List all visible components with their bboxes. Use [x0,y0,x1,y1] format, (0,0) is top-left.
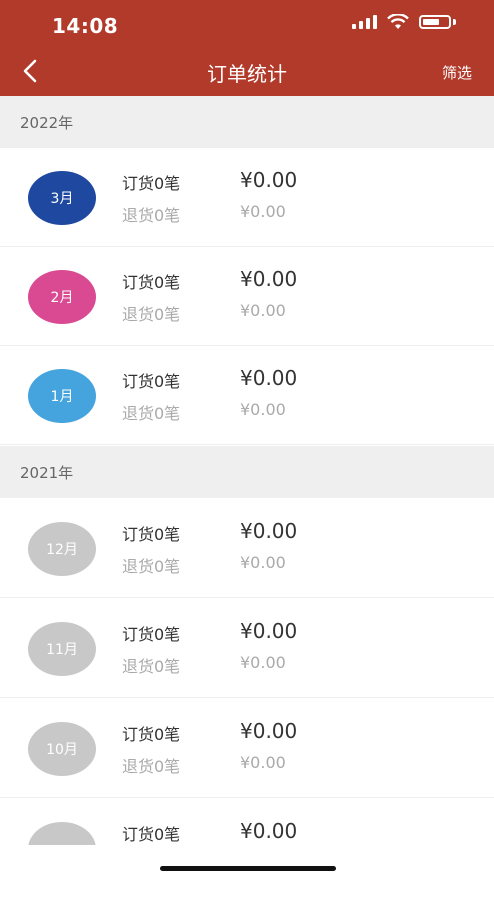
return-count: 退货0笔 [122,206,181,225]
return-amount: ¥0.00 [240,653,286,672]
order-amount: ¥0.00 [240,719,298,743]
month-row-11[interactable]: 11月 订货0笔 ¥0.00 退货0笔 ¥0.00 [0,599,494,698]
page-title: 订单统计 [207,62,287,86]
order-count: 订货0笔 [122,725,181,744]
return-amount: ¥0.00 [240,753,286,772]
return-amount: ¥0.00 [240,553,286,572]
month-row-12[interactable]: 12月 订货0笔 ¥0.00 退货0笔 ¥0.00 [0,499,494,598]
wifi-icon [387,14,409,29]
year-header-2021: 2021年 [0,446,494,498]
year-label: 2022年 [20,114,74,132]
order-count: 订货0笔 [122,174,181,193]
status-time: 14:08 [52,14,119,38]
return-amount: ¥0.00 [240,400,286,419]
month-badge: 12月 [28,522,96,576]
month-row-2[interactable]: 2月 订货0笔 ¥0.00 退货0笔 ¥0.00 [0,247,494,346]
month-badge: 11月 [28,622,96,676]
month-row-1[interactable]: 1月 订货0笔 ¥0.00 退货0笔 ¥0.00 [0,346,494,445]
order-amount: ¥0.00 [240,366,298,390]
month-row-10[interactable]: 10月 订货0笔 ¥0.00 退货0笔 ¥0.00 [0,699,494,798]
battery-icon [419,15,451,29]
month-badge: 10月 [28,722,96,776]
order-count: 订货0笔 [122,273,181,292]
month-row-3[interactable]: 3月 订货0笔 ¥0.00 退货0笔 ¥0.00 [0,148,494,247]
return-amount: ¥0.00 [240,301,286,320]
order-amount: ¥0.00 [240,519,298,543]
return-count: 退货0笔 [122,305,181,324]
filter-button[interactable]: 筛选 [442,62,472,83]
order-amount: ¥0.00 [240,168,298,192]
signal-icon [352,15,377,29]
order-amount: ¥0.00 [240,619,298,643]
order-count: 订货0笔 [122,372,181,391]
month-badge: 1月 [28,369,96,423]
order-count: 订货0笔 [122,525,181,544]
order-amount: ¥0.00 [240,819,298,843]
return-count: 退货0笔 [122,757,181,776]
year-label: 2021年 [20,464,74,482]
bottom-safe-area [0,845,494,880]
return-count: 退货0笔 [122,657,181,676]
return-amount: ¥0.00 [240,202,286,221]
return-count: 退货0笔 [122,557,181,576]
status-icons [352,14,456,30]
month-badge: 3月 [28,171,96,225]
order-count: 订货0笔 [122,825,181,844]
order-amount: ¥0.00 [240,267,298,291]
month-badge: 2月 [28,270,96,324]
home-indicator[interactable] [160,866,336,871]
year-header-2022: 2022年 [0,96,494,148]
battery-tip [453,19,456,25]
nav-header: 14:08 订单统计 筛选 [0,0,494,96]
order-count: 订货0笔 [122,625,181,644]
return-count: 退货0笔 [122,404,181,423]
